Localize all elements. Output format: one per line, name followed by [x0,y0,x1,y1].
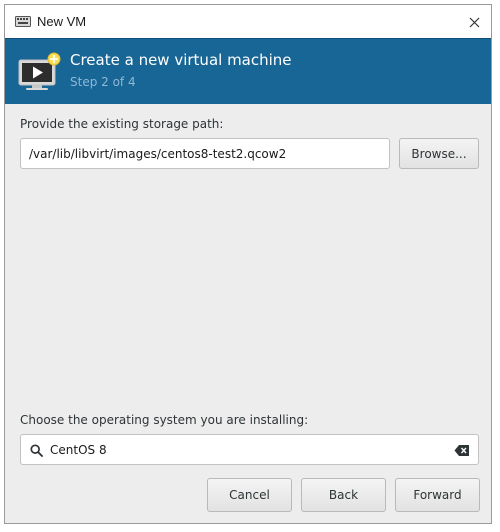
close-icon [469,17,479,27]
vm-window-icon [15,16,31,28]
os-search-field[interactable] [20,434,479,465]
clear-text-icon[interactable] [454,444,470,457]
new-vm-dialog: New VM Create a new virtual machine Step… [4,4,492,524]
search-icon [30,444,43,457]
wizard-step: Step 2 of 4 [70,75,136,89]
wizard-header: Create a new virtual machine Step 2 of 4 [5,38,491,104]
storage-path-field[interactable] [20,138,390,169]
window-title: New VM [37,14,87,29]
os-choose-label: Choose the operating system you are inst… [20,413,309,427]
storage-path-label: Provide the existing storage path: [20,117,224,131]
back-button[interactable]: Back [301,478,386,512]
forward-button[interactable]: Forward [395,478,480,512]
close-button[interactable] [463,11,485,33]
title-bar: New VM [5,5,491,38]
storage-path-input[interactable] [29,139,381,168]
os-search-input[interactable] [50,435,445,464]
cancel-button[interactable]: Cancel [207,478,292,512]
browse-button[interactable]: Browse... [399,138,479,169]
new-vm-monitor-icon [18,52,61,90]
wizard-title: Create a new virtual machine [70,51,292,69]
